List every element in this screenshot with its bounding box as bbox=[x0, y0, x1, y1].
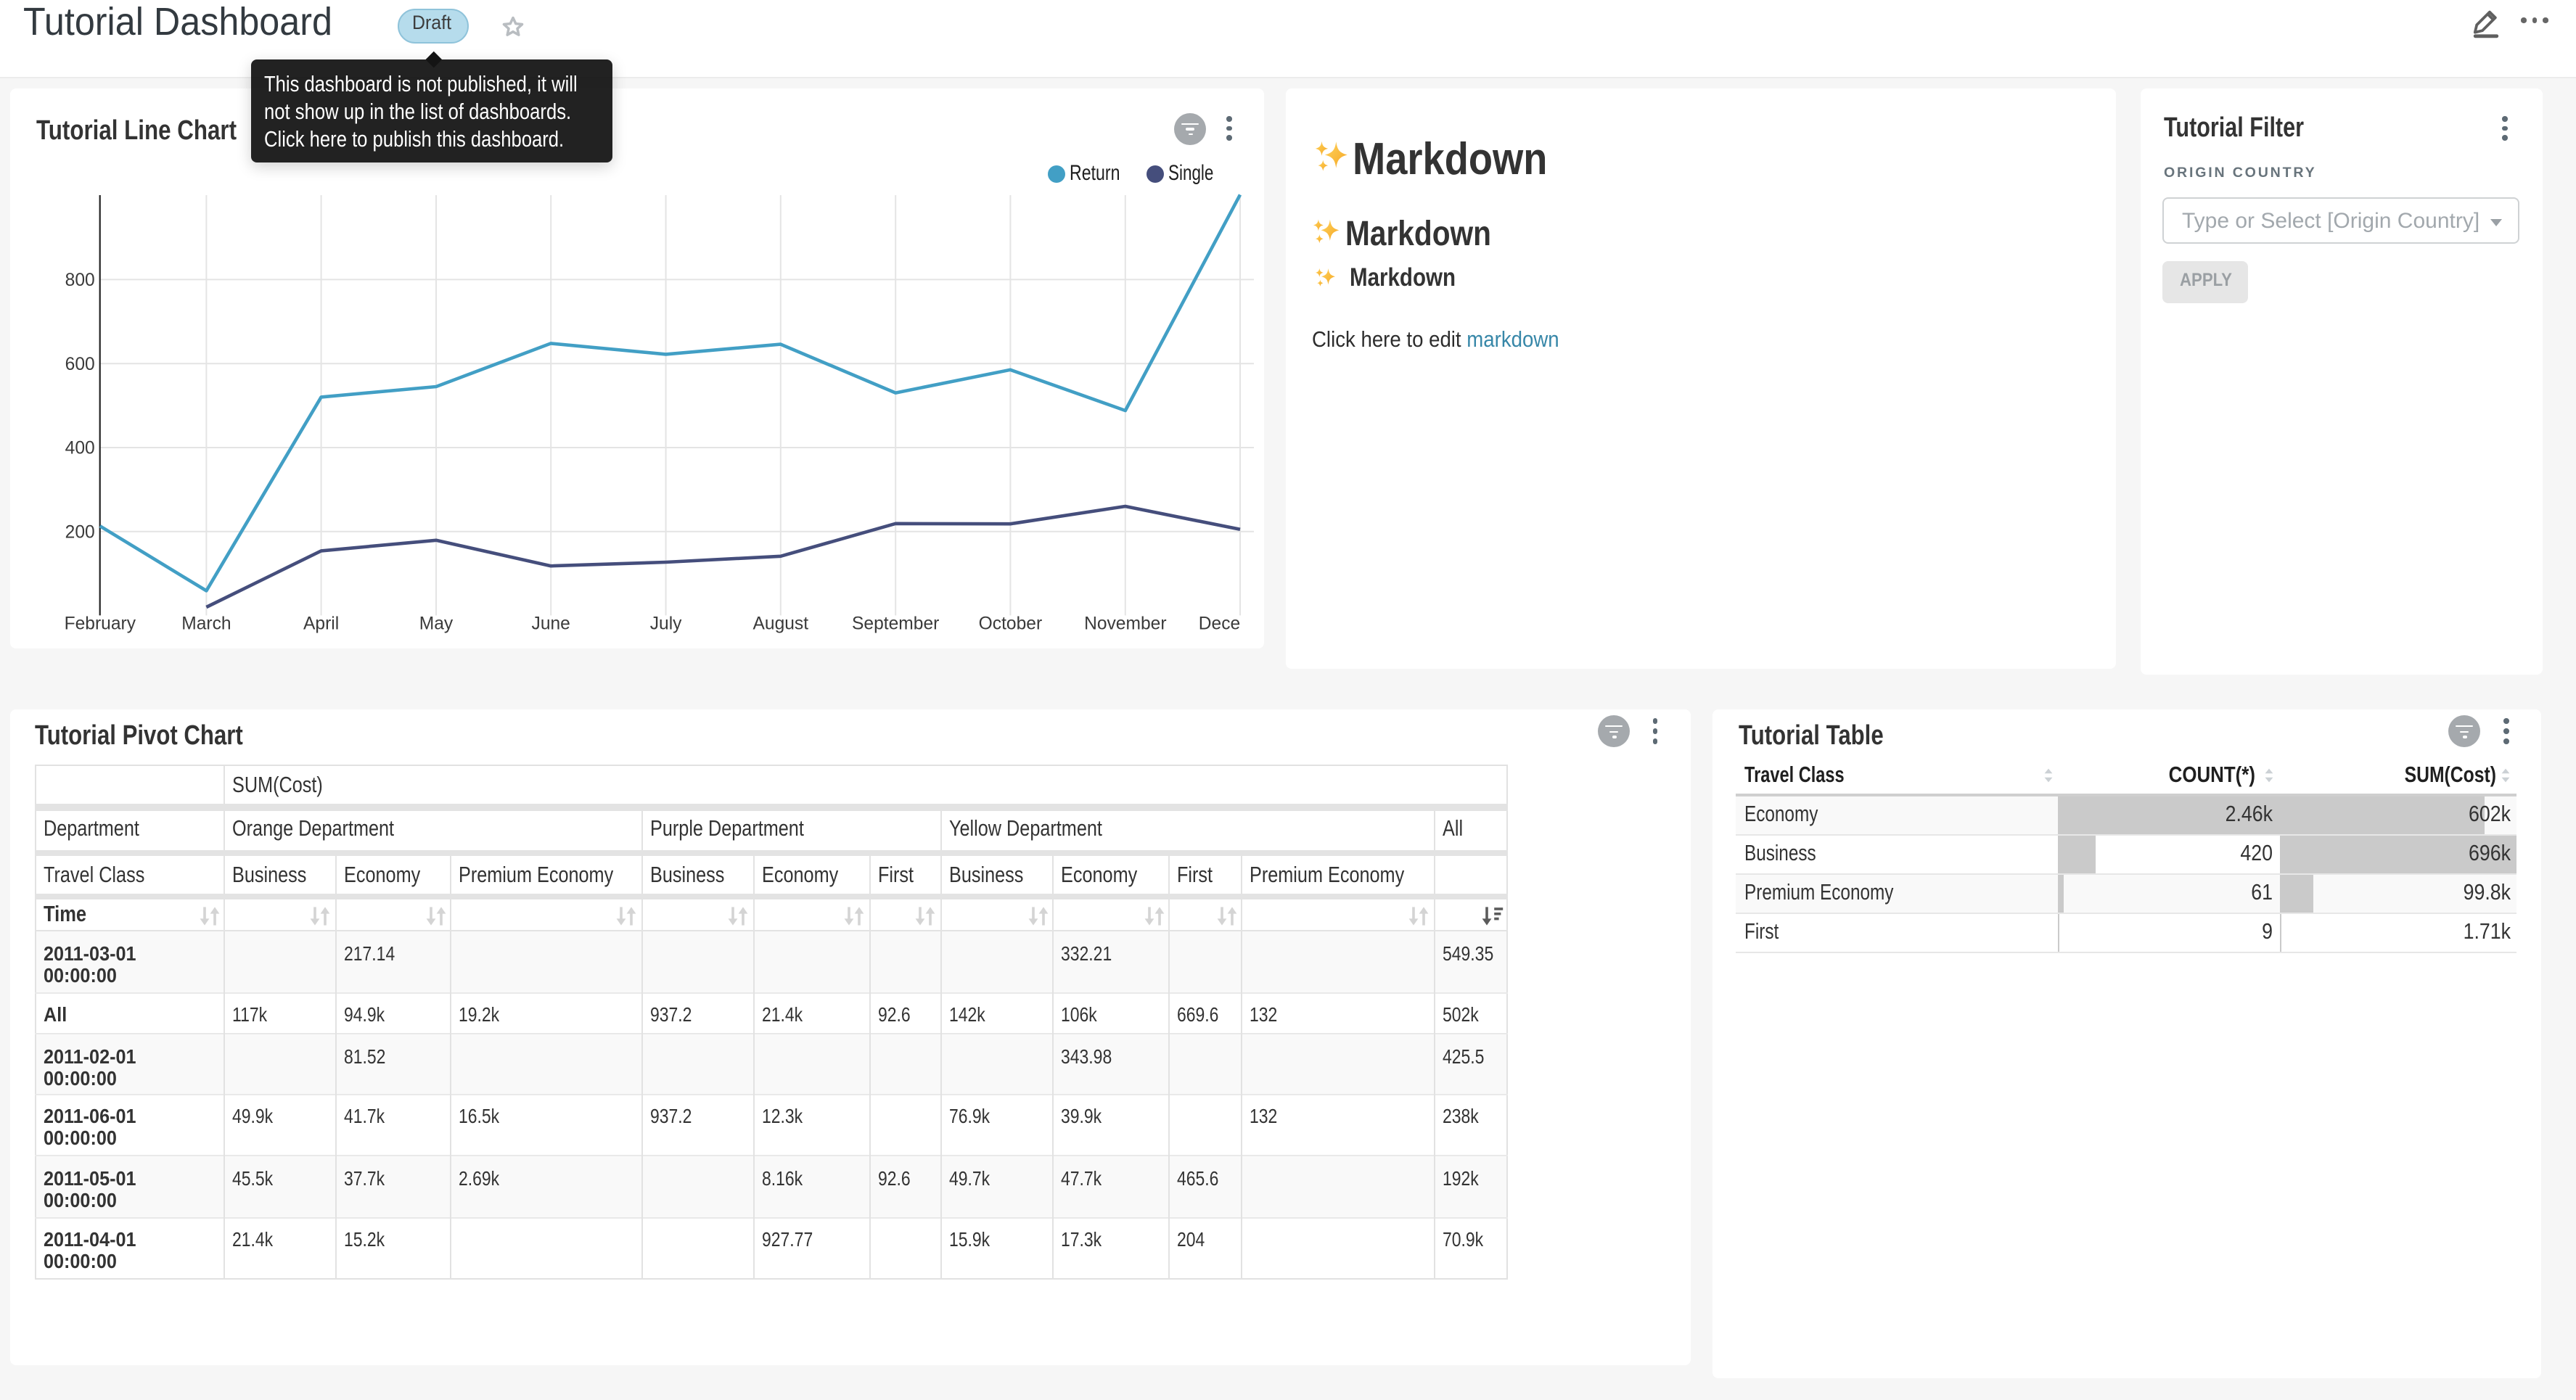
svg-text:400: 400 bbox=[65, 438, 95, 458]
svg-text:August: August bbox=[753, 614, 809, 633]
svg-text:July: July bbox=[650, 614, 682, 633]
svg-text:600: 600 bbox=[65, 354, 95, 374]
svg-text:April: April bbox=[303, 614, 339, 633]
svg-text:May: May bbox=[419, 614, 454, 633]
svg-text:February: February bbox=[65, 614, 136, 633]
svg-text:September: September bbox=[852, 614, 939, 633]
svg-text:200: 200 bbox=[65, 522, 95, 541]
svg-text:March: March bbox=[181, 614, 231, 633]
svg-text:June: June bbox=[532, 614, 570, 633]
svg-text:October: October bbox=[979, 614, 1042, 633]
svg-text:Dece: Dece bbox=[1199, 614, 1240, 633]
svg-text:800: 800 bbox=[65, 270, 95, 289]
svg-text:November: November bbox=[1084, 614, 1166, 633]
